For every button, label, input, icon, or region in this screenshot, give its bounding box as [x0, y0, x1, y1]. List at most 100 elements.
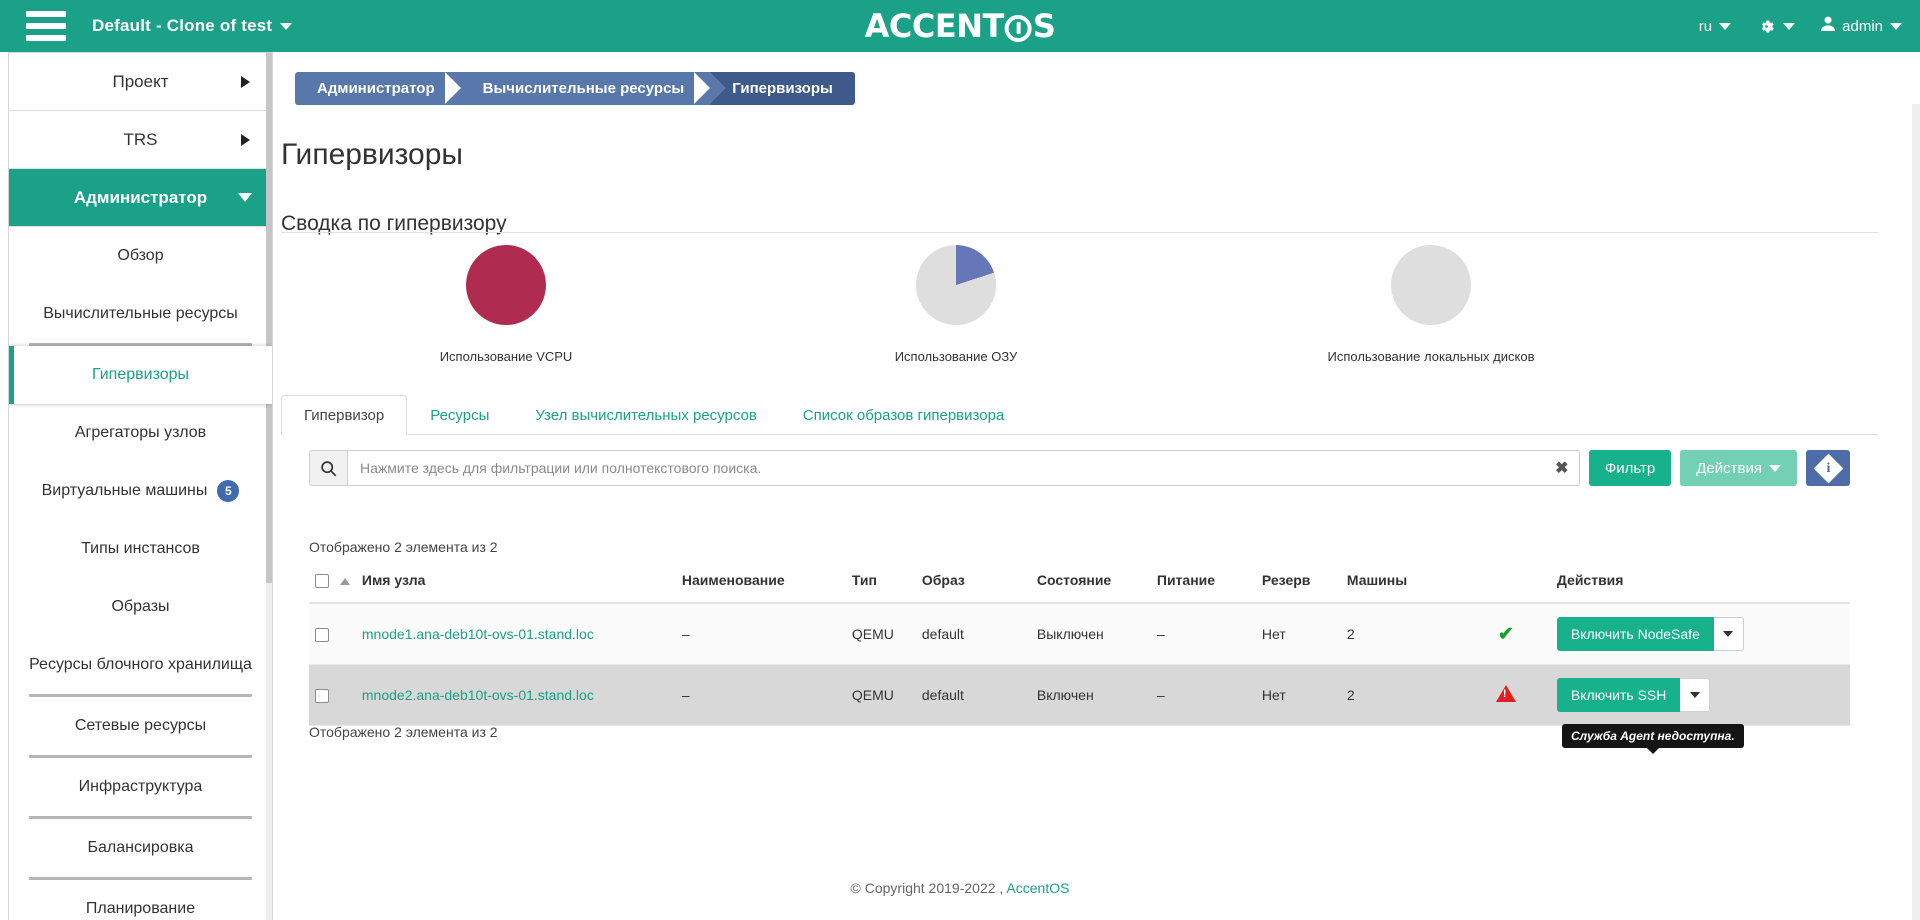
warning-triangle-icon[interactable] [1495, 685, 1516, 703]
breadcrumb-item-administrator[interactable]: Администратор [295, 72, 477, 105]
column-title[interactable]: Наименование [675, 564, 846, 605]
breadcrumb-label: Вычислительные ресурсы [482, 80, 685, 97]
sidebar-group-administrator[interactable]: Администратор [9, 169, 272, 227]
breadcrumb-item-compute-resources[interactable]: Вычислительные ресурсы [444, 72, 726, 105]
sidebar-item-label: Ресурсы блочного хранилища [29, 656, 252, 673]
sidebar-scrollbar[interactable] [266, 53, 272, 920]
tab-hypervisor[interactable]: Гипервизор [281, 395, 408, 435]
sidebar: Проект TRS Администратор Обзор Вычислите… [8, 52, 273, 920]
sidebar-item-infrastructure[interactable]: Инфраструктура [9, 758, 272, 816]
tab-bar: Гипервизор Ресурсы Узел вычислительных р… [281, 390, 1878, 435]
filter-button[interactable]: Фильтр [1588, 450, 1672, 486]
tab-resources[interactable]: Ресурсы [407, 395, 512, 435]
sidebar-item-label: Планирование [85, 900, 196, 917]
row-action-split-button: Включить SSH [1556, 678, 1711, 713]
sidebar-scrollbar-thumb[interactable] [266, 53, 272, 583]
search-input[interactable] [348, 451, 1545, 485]
main-content: Администратор Вычислительные ресурсы Гип… [281, 52, 1920, 920]
sidebar-item-label: Виртуальные машины [41, 482, 208, 499]
cell-state: Включен [1030, 664, 1151, 727]
column-actions: Действия [1550, 564, 1850, 605]
select-all-checkbox[interactable] [315, 574, 329, 589]
page-title: Гипервизоры [281, 138, 463, 172]
gear-icon [1757, 17, 1776, 36]
actions-dropdown-button[interactable]: Действия [1680, 450, 1797, 486]
search-icon[interactable] [310, 451, 348, 485]
chart-vcpu-usage: Использование VCPU [356, 245, 656, 364]
results-count-bottom: Отображено 2 элемента из 2 [309, 724, 498, 740]
sort-ascending-icon[interactable] [339, 577, 350, 585]
cell-actions: Включить SSH [1550, 664, 1850, 727]
chevron-down-icon [280, 22, 293, 30]
sidebar-group-label: Проект [112, 71, 169, 91]
sidebar-item-label: Типы инстансов [81, 540, 200, 557]
user-menu[interactable]: admin [1821, 16, 1902, 36]
settings-menu[interactable] [1757, 17, 1796, 36]
hamburger-menu-icon[interactable] [26, 11, 66, 41]
enable-nodesafe-button[interactable]: Включить NodeSafe [1556, 617, 1714, 652]
column-state[interactable]: Состояние [1030, 564, 1151, 605]
row-checkbox[interactable] [315, 628, 329, 643]
cell-status: ✔ [1460, 603, 1551, 666]
column-image[interactable]: Образ [915, 564, 1031, 605]
chevron-down-icon [1723, 631, 1734, 638]
sidebar-item-label: Гипервизоры [91, 366, 190, 383]
brand-text-before: ACCENT [864, 7, 1005, 45]
context-switcher[interactable]: Default - Clone of test [92, 16, 293, 36]
brand-o-icon [1004, 14, 1032, 42]
cell-image: default [915, 603, 1031, 666]
pie-chart-local-disk [1391, 245, 1471, 325]
column-type[interactable]: Тип [845, 564, 916, 605]
cell-node-name: mnode2.ana-deb10t-ovs-01.stand.loc [355, 664, 676, 727]
agent-unavailable-tooltip: Служба Agent недоступна. [1562, 724, 1744, 754]
cell-status [1460, 664, 1551, 727]
language-selector[interactable]: ru [1699, 18, 1732, 35]
page-scrollbar[interactable] [1912, 104, 1920, 920]
chart-ram-usage: Использование ОЗУ [806, 245, 1106, 364]
chevron-down-icon [1689, 692, 1700, 699]
sidebar-item-virtual-machines[interactable]: Виртуальные машины 5 [9, 462, 272, 520]
chart-caption: Использование VCPU [439, 349, 573, 364]
chart-caption: Использование локальных дисков [1327, 349, 1535, 364]
chevron-down-icon [1719, 22, 1732, 30]
table-row[interactable]: mnode2.ana-deb10t-ovs-01.stand.loc – QEM… [309, 664, 1850, 727]
column-machines[interactable]: Машины [1340, 564, 1461, 605]
enable-ssh-button[interactable]: Включить SSH [1556, 678, 1681, 713]
sidebar-item-network-resources[interactable]: Сетевые ресурсы [9, 697, 272, 755]
sidebar-item-balancing[interactable]: Балансировка [9, 819, 272, 877]
column-node-name[interactable]: Имя узла [355, 564, 676, 605]
sidebar-group-proekt[interactable]: Проект [9, 53, 272, 111]
filter-toolbar: ✖ Фильтр Действия i [309, 450, 1850, 486]
footer-copyright: © Copyright 2019-2022 , [850, 880, 1007, 896]
row-actions-dropdown-toggle[interactable] [1680, 678, 1711, 713]
tab-label: Список образов гипервизора [802, 407, 1005, 424]
breadcrumb-item-hypervisors[interactable]: Гипервизоры [694, 72, 855, 105]
row-action-split-button: Включить NodeSafe [1556, 617, 1744, 652]
sidebar-item-planning[interactable]: Планирование [9, 880, 272, 920]
sidebar-item-hypervisors[interactable]: Гипервизоры [9, 346, 272, 404]
info-button[interactable]: i [1806, 450, 1850, 486]
sidebar-item-label: Сетевые ресурсы [74, 717, 207, 734]
hypervisors-table: Имя узла Наименование Тип Образ Состояни… [309, 564, 1850, 727]
sidebar-item-compute-resources[interactable]: Вычислительные ресурсы [9, 285, 272, 343]
row-actions-dropdown-toggle[interactable] [1713, 617, 1744, 652]
footer-brand-link[interactable]: AccentOS [1006, 880, 1069, 896]
node-name-link[interactable]: mnode2.ana-deb10t-ovs-01.stand.loc [362, 687, 594, 703]
sidebar-group-trs[interactable]: TRS [9, 111, 272, 169]
column-power[interactable]: Питание [1150, 564, 1256, 605]
close-icon[interactable]: ✖ [1545, 451, 1579, 485]
sidebar-item-images[interactable]: Образы [9, 578, 272, 636]
table-row[interactable]: mnode1.ana-deb10t-ovs-01.stand.loc – QEM… [309, 603, 1850, 666]
cell-type: QEMU [845, 603, 916, 666]
sidebar-item-node-aggregators[interactable]: Агрегаторы узлов [9, 404, 272, 462]
tab-compute-node[interactable]: Узел вычислительных ресурсов [512, 395, 779, 435]
sidebar-item-obzor[interactable]: Обзор [9, 227, 272, 285]
node-name-link[interactable]: mnode1.ana-deb10t-ovs-01.stand.loc [362, 626, 594, 642]
sidebar-item-block-storage[interactable]: Ресурсы блочного хранилища [9, 636, 272, 694]
chevron-down-icon [1890, 22, 1902, 30]
tab-hypervisor-image-list[interactable]: Список образов гипервизора [780, 395, 1027, 435]
cell-reserve: Нет [1255, 603, 1341, 666]
column-reserve[interactable]: Резерв [1255, 564, 1341, 605]
row-checkbox[interactable] [315, 689, 329, 704]
sidebar-item-instance-types[interactable]: Типы инстансов [9, 520, 272, 578]
